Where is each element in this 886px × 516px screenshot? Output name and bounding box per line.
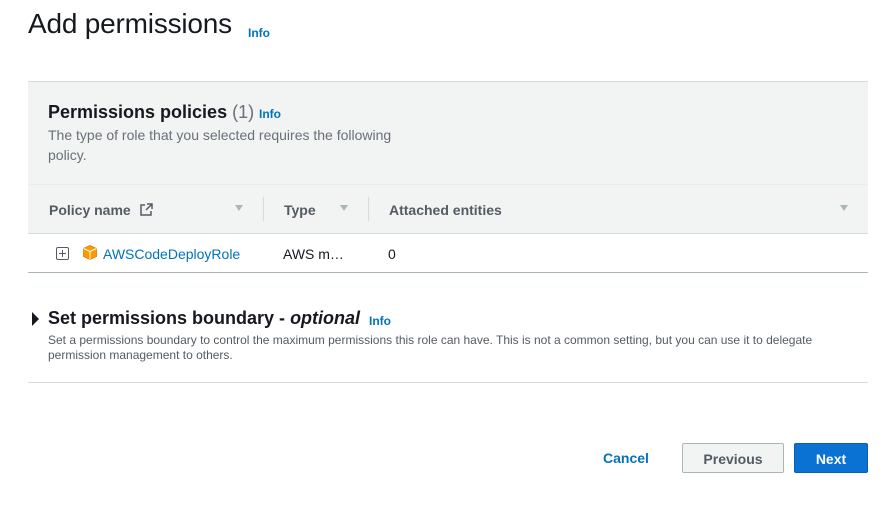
policy-type: AWS m… — [283, 246, 344, 262]
column-header-type[interactable]: Type — [284, 202, 316, 218]
table-header: Policy name Type Attached entities — [28, 184, 868, 234]
column-divider — [263, 197, 264, 221]
previous-button[interactable]: Previous — [682, 443, 784, 473]
table-row: AWSCodeDeployRole AWS m… 0 — [28, 234, 868, 273]
sort-caret-icon[interactable] — [840, 205, 848, 211]
column-header-attached-entities[interactable]: Attached entities — [389, 202, 502, 218]
sort-caret-icon[interactable] — [235, 205, 243, 211]
permissions-policies-panel: Permissions policies (1) Info The type o… — [28, 81, 868, 274]
boundary-optional-label: optional — [290, 308, 361, 328]
plus-square-icon[interactable] — [56, 247, 69, 260]
boundary-section-title[interactable]: Set permissions boundary - optional — [48, 308, 360, 329]
column-divider — [368, 197, 369, 221]
attached-entities-count: 0 — [388, 246, 396, 262]
next-button[interactable]: Next — [794, 443, 868, 473]
cancel-button[interactable]: Cancel — [603, 450, 649, 466]
external-link-icon — [139, 203, 153, 216]
expand-caret-icon[interactable] — [32, 312, 39, 326]
boundary-description: Set a permissions boundary to control th… — [48, 333, 813, 362]
panel-title-text: Permissions policies — [48, 102, 228, 122]
page-info-link[interactable]: Info — [248, 26, 270, 40]
section-divider — [28, 382, 868, 383]
sort-caret-icon[interactable] — [340, 205, 348, 211]
boundary-info-link[interactable]: Info — [369, 314, 391, 328]
page-title: Add permissions — [28, 8, 232, 39]
policy-count: (1) — [232, 102, 255, 122]
panel-description: The type of role that you selected requi… — [48, 127, 392, 163]
panel-info-link[interactable]: Info — [259, 107, 281, 121]
column-label-policy-name: Policy name — [49, 202, 131, 218]
boundary-title-text: Set permissions boundary - — [48, 308, 291, 328]
policy-name-link[interactable]: AWSCodeDeployRole — [103, 246, 240, 262]
panel-title: Permissions policies (1) — [48, 102, 254, 123]
column-header-policy-name[interactable]: Policy name — [49, 202, 153, 218]
cube-icon — [83, 245, 97, 260]
panel-header: Permissions policies (1) Info The type o… — [28, 82, 868, 184]
